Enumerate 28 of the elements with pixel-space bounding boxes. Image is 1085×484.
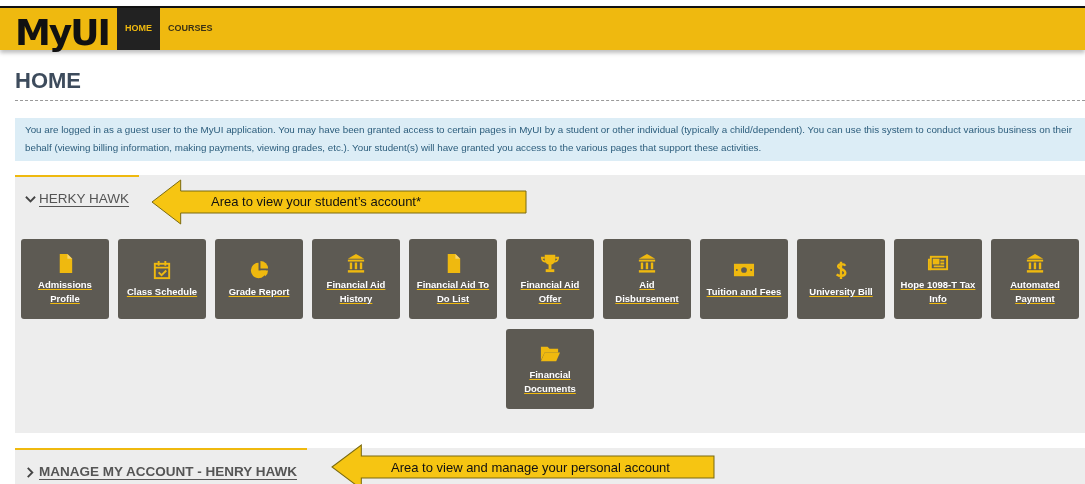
tile-button[interactable]: Financial Aid History xyxy=(312,239,400,320)
chevron-down-icon[interactable] xyxy=(25,193,36,205)
tile-button[interactable]: Grade Report xyxy=(215,239,303,320)
chevron-right-icon[interactable] xyxy=(25,466,36,478)
tile-button[interactable]: Automated Payment xyxy=(991,239,1079,320)
trophy-icon xyxy=(539,252,561,275)
tile-button[interactable]: Class Schedule xyxy=(118,239,206,320)
page-title: HOME xyxy=(15,70,82,92)
nav-tab[interactable]: COURSES xyxy=(159,8,221,50)
section-title-link[interactable]: HERKY HAWK xyxy=(39,189,130,210)
section-title-link[interactable]: MANAGE MY ACCOUNT - HENRY HAWK xyxy=(39,462,297,483)
calendar-check-icon xyxy=(151,259,173,282)
bank-icon xyxy=(1024,252,1046,275)
logo[interactable]: MyUI xyxy=(15,8,109,52)
tile-button[interactable]: Admissions Profile xyxy=(21,239,109,320)
nav-tab[interactable]: HOME xyxy=(116,8,160,50)
tile-button[interactable]: Financial Aid Offer xyxy=(506,239,594,320)
callout-text: Area to view your student’s account* xyxy=(211,193,422,212)
tile-button[interactable]: Tuition and Fees xyxy=(700,239,788,320)
tile-button[interactable]: Financial Aid To Do List xyxy=(409,239,497,320)
tile-button[interactable]: Hope 1098-T Tax Info xyxy=(894,239,982,320)
bank-icon xyxy=(636,252,658,275)
guest-notice: You are logged in as a guest user to the MyUI application. You may have been granted access to certain pages in MyUI by a student or other individual (typically a child/dependent). You can use this system to conduct various business on their behalf (viewing billing information, making payments, viewing grades, etc.). Your student(s) will have granted you access to the various pages that support these activities. xyxy=(15,118,1085,161)
bank-icon xyxy=(345,252,367,275)
tile-button[interactable]: Aid Disbursement xyxy=(603,239,691,320)
tile-button[interactable]: Financial Documents xyxy=(506,329,594,410)
tile-button[interactable]: University Bill xyxy=(797,239,885,320)
callout-text: Area to view and manage your personal account xyxy=(391,458,670,477)
